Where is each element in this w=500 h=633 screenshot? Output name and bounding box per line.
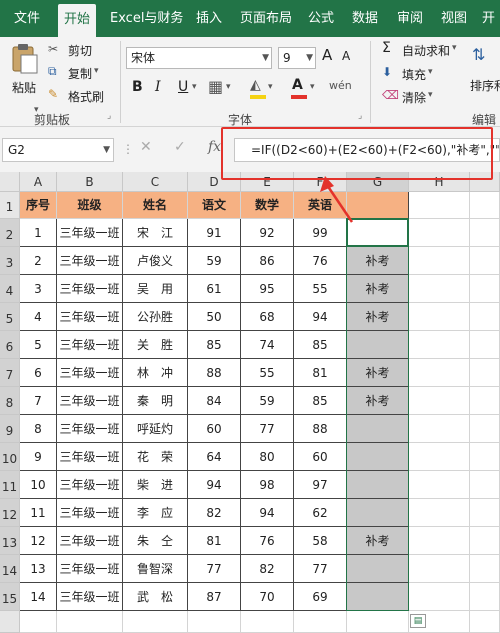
arrow-head	[320, 176, 334, 192]
annotation-arrow	[320, 176, 354, 223]
